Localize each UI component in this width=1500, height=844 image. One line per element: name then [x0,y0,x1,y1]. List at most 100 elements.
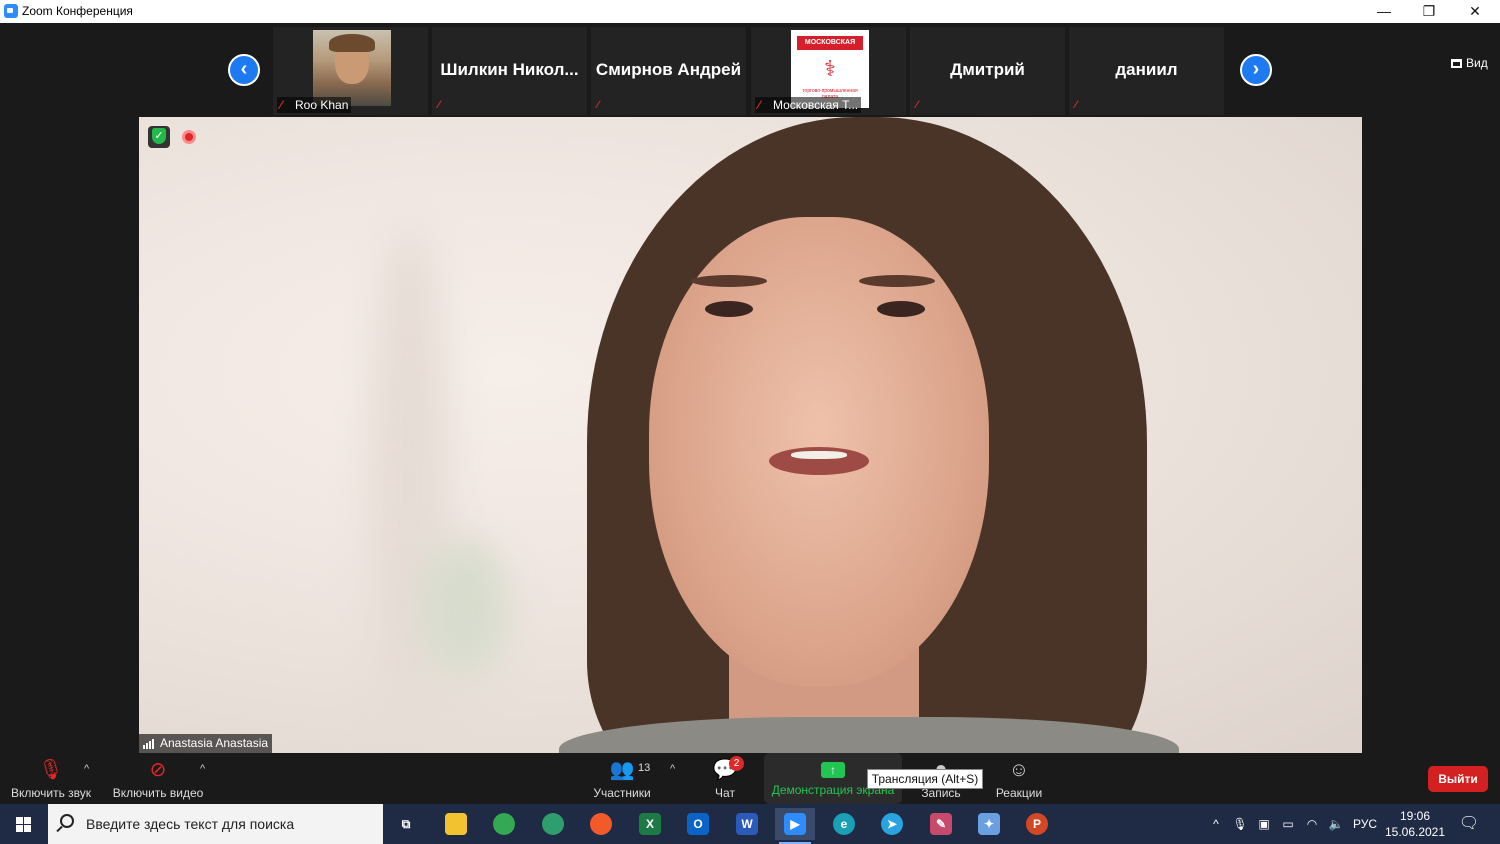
person-brow [691,275,767,287]
participant-tile-shilkin[interactable]: Шилкин Никол... ⁄ [432,27,587,115]
taskbar-app-file-explorer[interactable] [436,808,476,840]
speaker-name-label: Anastasia Anastasia [139,734,273,753]
muted-mic-icon: ⁄ [758,98,761,112]
participant-tile-dmitry[interactable]: Дмитрий ⁄ [910,27,1065,115]
encryption-shield-icon[interactable] [148,126,170,148]
chrome-icon [493,813,515,835]
meeting-toolbar: 🎙 Включить звук ^ ⊘ Включить видео ^ 👥 У… [0,753,1500,804]
language-indicator[interactable]: РУС [1350,804,1380,844]
excel-icon: X [639,813,661,835]
search-placeholder: Введите здесь текст для поиска [86,816,295,832]
participants-count: 13 [638,762,651,774]
muted-mic-icon: ⁄ [438,99,440,111]
taskbar-app-yandex[interactable] [581,808,621,840]
participant-photo [313,30,391,106]
start-button[interactable] [0,804,48,844]
participant-gallery: ‹ ⁄ Roo Khan Шилкин Никол... ⁄ Смирнов А… [0,23,1500,117]
edge-icon: e [833,813,855,835]
taskbar-app-edge[interactable]: e [824,808,864,840]
close-button[interactable]: ✕ [1452,0,1498,23]
windows-logo-icon [16,817,32,832]
taskbar-app-zoom[interactable]: ▶ [775,808,815,844]
chat-label: Чат [715,786,735,800]
chat-unread-badge: 2 [729,756,744,771]
taskbar-app-powerpoint[interactable]: P [1017,808,1057,840]
network-adapter-icon[interactable]: ▣ [1254,804,1274,844]
participant-tile-moscow-tpp[interactable]: МОСКОВСКАЯ ⚕ торгово-промышленная палата… [751,27,906,115]
leave-meeting-button[interactable]: Выйти [1428,766,1488,792]
minimize-button[interactable]: — [1361,0,1407,23]
window-titlebar: Zoom Конференция — ❐ ✕ [0,0,1500,23]
paint-app-icon: ✎ [930,813,952,835]
taskbar-app-excel[interactable]: X [630,808,670,840]
participant-name: Шилкин Никол... [440,60,579,79]
taskbar-app-outlook[interactable]: O [678,808,718,840]
word-icon: W [736,813,758,835]
taskbar-app-telegram[interactable]: ➤ [872,808,912,840]
paint-3d-icon: ✦ [978,813,1000,835]
clock-date: 15.06.2021 [1384,825,1446,839]
taskbar-app-paint-app[interactable]: ✎ [921,808,961,840]
zoom-icon: ▶ [784,813,806,835]
reactions-label: Реакции [995,786,1043,800]
muted-mic-icon: ⁄ [280,98,283,112]
microphone-tray-icon[interactable]: 🎙 [1230,804,1250,844]
recording-indicator-icon [182,130,196,144]
system-clock[interactable]: 19:06 15.06.2021 [1382,808,1448,840]
participant-tile-roo-khan[interactable]: ⁄ Roo Khan [273,27,428,115]
person-brow [859,275,935,287]
tray-overflow-icon[interactable]: ^ [1206,804,1226,844]
participant-name: даниил [1115,60,1178,79]
livestream-tooltip: Трансляция (Alt+S) [867,769,983,789]
search-icon [60,814,74,828]
taskbar-search[interactable]: Введите здесь текст для поиска [48,804,383,844]
notifications-icon[interactable]: 🗨 [1456,804,1482,844]
active-speaker-video: Anastasia Anastasia [139,117,1362,753]
taskbar-app-chrome[interactable] [484,808,524,840]
windows-taskbar: Введите здесь текст для поиска ⧉ X O W ▶ e ➤ ✎ ✦… [0,804,1500,844]
powerpoint-icon: P [1026,813,1048,835]
smiley-plus-icon: ☺ [1008,759,1030,781]
logo-title: МОСКОВСКАЯ [797,36,863,50]
battery-icon[interactable]: ▭ [1278,804,1298,844]
participant-name: Roo Khan [295,98,349,112]
start-video-button[interactable]: ⊘ Включить видео [110,753,206,804]
volume-icon[interactable]: 🔈 [1326,804,1346,844]
participant-name: Дмитрий [950,60,1025,79]
unmute-button[interactable]: 🎙 Включить звук [8,753,94,804]
gallery-next-button[interactable]: › [1240,54,1272,86]
gallery-prev-button[interactable]: ‹ [228,54,260,86]
participant-caption: ⁄ Roo Khan [277,97,352,113]
window-title: Zoom Конференция [22,4,133,18]
muted-mic-icon: ⁄ [916,99,918,111]
participant-name: Московская Т... [773,98,859,112]
background-blur [369,227,449,747]
person-eye [705,301,753,317]
telegram-icon: ➤ [881,813,903,835]
participants-label: Участники [593,786,651,800]
wifi-icon[interactable]: ◠ [1302,804,1322,844]
participant-name: Смирнов Андрей [595,60,742,79]
outlook-icon: O [687,813,709,835]
restore-button[interactable]: ❐ [1406,0,1452,23]
participant-tile-daniil[interactable]: даниил ⁄ [1069,27,1224,115]
yandex-icon [590,813,612,835]
view-button[interactable]: Вид [1451,56,1488,70]
taskbar-app-globe-app[interactable] [533,808,573,840]
start-video-label: Включить видео [112,786,204,800]
participant-caption: ⁄ Московская Т... [755,97,862,113]
reactions-button[interactable]: ☺ Реакции [992,753,1046,804]
clock-time: 19:06 [1399,809,1431,823]
taskbar-app-task-view[interactable]: ⧉ [386,808,426,840]
background-blur [419,537,509,677]
zoom-app-icon [4,4,18,18]
participant-tile-smirnov[interactable]: Смирнов Андрей ⁄ [591,27,746,115]
participants-options-caret[interactable]: ^ [670,763,675,775]
globe-app-icon [542,813,564,835]
participants-button[interactable]: 👥 Участники [588,753,656,804]
taskbar-app-paint-3d[interactable]: ✦ [969,808,1009,840]
taskbar-app-word[interactable]: W [727,808,767,840]
audio-options-caret[interactable]: ^ [84,763,89,775]
video-options-caret[interactable]: ^ [200,763,205,775]
signal-bars-icon [143,739,157,749]
